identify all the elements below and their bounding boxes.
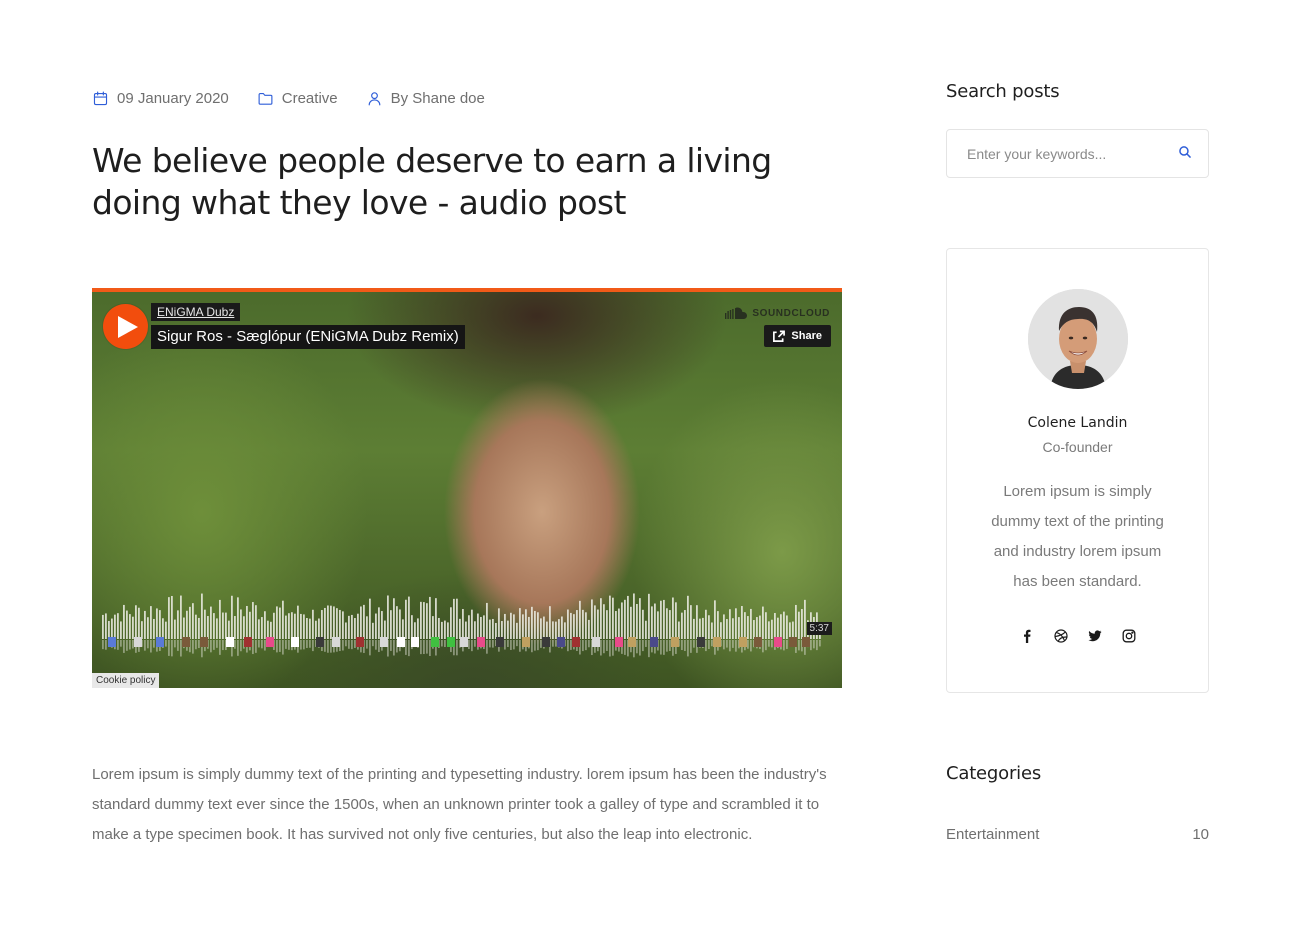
author-social-links xyxy=(947,629,1208,643)
comment-avatar[interactable] xyxy=(802,637,810,647)
comment-avatar[interactable] xyxy=(615,637,623,647)
comment-avatar[interactable] xyxy=(108,637,116,647)
comment-avatar[interactable] xyxy=(572,637,580,647)
search-input[interactable] xyxy=(947,130,1172,177)
author-card: Colene Landin Co-founder Lorem ipsum is … xyxy=(946,248,1209,693)
comment-avatar[interactable] xyxy=(592,637,600,647)
cookie-policy-link[interactable]: Cookie policy xyxy=(92,673,160,688)
author-role: Co-founder xyxy=(1042,439,1113,455)
track-title-link[interactable]: Sigur Ros - Sæglópur (ENiGMA Dubz Remix) xyxy=(151,325,465,349)
comment-avatar[interactable] xyxy=(200,637,208,647)
dribbble-link[interactable] xyxy=(1053,629,1068,643)
author-portrait xyxy=(1028,289,1128,389)
comment-avatar[interactable] xyxy=(291,637,299,647)
comment-avatar[interactable] xyxy=(431,637,439,647)
track-artist-link[interactable]: ENiGMA Dubz xyxy=(151,303,241,321)
comment-avatar[interactable] xyxy=(411,637,419,647)
category-count: 10 xyxy=(1192,826,1209,843)
comment-avatar[interactable] xyxy=(671,637,679,647)
soundcloud-icon xyxy=(725,307,748,319)
comment-avatar[interactable] xyxy=(496,637,504,647)
comment-avatar[interactable] xyxy=(754,637,762,647)
user-icon xyxy=(368,91,381,105)
comment-avatar[interactable] xyxy=(522,637,530,647)
comment-avatar[interactable] xyxy=(156,637,164,647)
post-author-link[interactable]: By Shane doe xyxy=(366,90,485,107)
track-duration: 5:37 xyxy=(806,622,832,635)
search-box xyxy=(946,129,1209,178)
instagram-icon xyxy=(1122,629,1135,643)
comment-avatar[interactable] xyxy=(460,637,468,647)
comment-avatar[interactable] xyxy=(774,637,782,647)
comment-avatar[interactable] xyxy=(739,637,747,647)
comment-avatar[interactable] xyxy=(266,637,274,647)
comment-avatar[interactable] xyxy=(542,637,550,647)
comment-avatars-strip[interactable] xyxy=(102,636,822,648)
post-title: We believe people deserve to earn a livi… xyxy=(92,141,772,222)
comment-avatar[interactable] xyxy=(134,637,142,647)
post-body: Lorem ipsum is simply dummy text of the … xyxy=(92,766,827,843)
facebook-link[interactable] xyxy=(1020,629,1034,643)
folder-icon xyxy=(258,92,273,105)
instagram-link[interactable] xyxy=(1122,629,1136,643)
comment-avatar[interactable] xyxy=(356,637,364,647)
audio-waveform[interactable] xyxy=(102,587,822,662)
category-item-entertainment[interactable]: Entertainment 10 xyxy=(946,826,1209,843)
play-icon xyxy=(117,315,138,338)
post-category-text: Creative xyxy=(281,89,338,107)
soundcloud-player[interactable]: ENiGMA Dubz Sigur Ros - Sæglópur (ENiGMA… xyxy=(92,288,842,688)
play-button[interactable] xyxy=(103,304,148,349)
search-title: Search posts xyxy=(946,81,1060,102)
author-avatar xyxy=(1028,289,1128,389)
comment-avatar[interactable] xyxy=(628,637,636,647)
author-name: Colene Landin xyxy=(1027,415,1128,431)
post-date: 09 January 2020 xyxy=(92,90,229,107)
calendar-icon xyxy=(93,91,108,105)
comment-avatar[interactable] xyxy=(789,637,797,647)
comment-avatar[interactable] xyxy=(697,637,705,647)
comment-avatar[interactable] xyxy=(477,637,485,647)
comment-avatar[interactable] xyxy=(397,637,405,647)
comment-avatar[interactable] xyxy=(244,637,252,647)
comment-avatar[interactable] xyxy=(380,637,388,647)
share-icon xyxy=(773,330,786,342)
comment-avatar[interactable] xyxy=(650,637,658,647)
post-category-link[interactable]: Creative xyxy=(257,90,338,107)
post-meta: 09 January 2020 Creative By Shane doe xyxy=(92,86,485,110)
author-bio: Lorem ipsum is simply dummy text of the … xyxy=(991,483,1164,590)
share-button[interactable]: Share xyxy=(764,325,831,347)
category-label: Entertainment xyxy=(946,826,1040,843)
twitter-link[interactable] xyxy=(1088,629,1102,643)
post-date-text: 09 January 2020 xyxy=(117,89,229,107)
comment-avatar[interactable] xyxy=(316,637,324,647)
comment-avatar[interactable] xyxy=(713,637,721,647)
facebook-icon xyxy=(1023,629,1030,643)
soundcloud-logo[interactable]: SOUNDCLOUD xyxy=(725,307,830,319)
comment-avatar[interactable] xyxy=(447,637,455,647)
dribbble-icon xyxy=(1053,629,1068,643)
search-icon xyxy=(1179,146,1191,158)
share-label: Share xyxy=(791,330,822,342)
categories-title: Categories xyxy=(946,763,1042,784)
search-button[interactable] xyxy=(1178,145,1194,161)
comment-avatar[interactable] xyxy=(182,637,190,647)
twitter-icon xyxy=(1088,630,1101,642)
soundcloud-wordmark: SOUNDCLOUD xyxy=(752,307,830,319)
comment-avatar[interactable] xyxy=(332,637,340,647)
comment-avatar[interactable] xyxy=(226,637,234,647)
comment-avatar[interactable] xyxy=(557,637,565,647)
post-author-text: By Shane doe xyxy=(390,89,485,107)
